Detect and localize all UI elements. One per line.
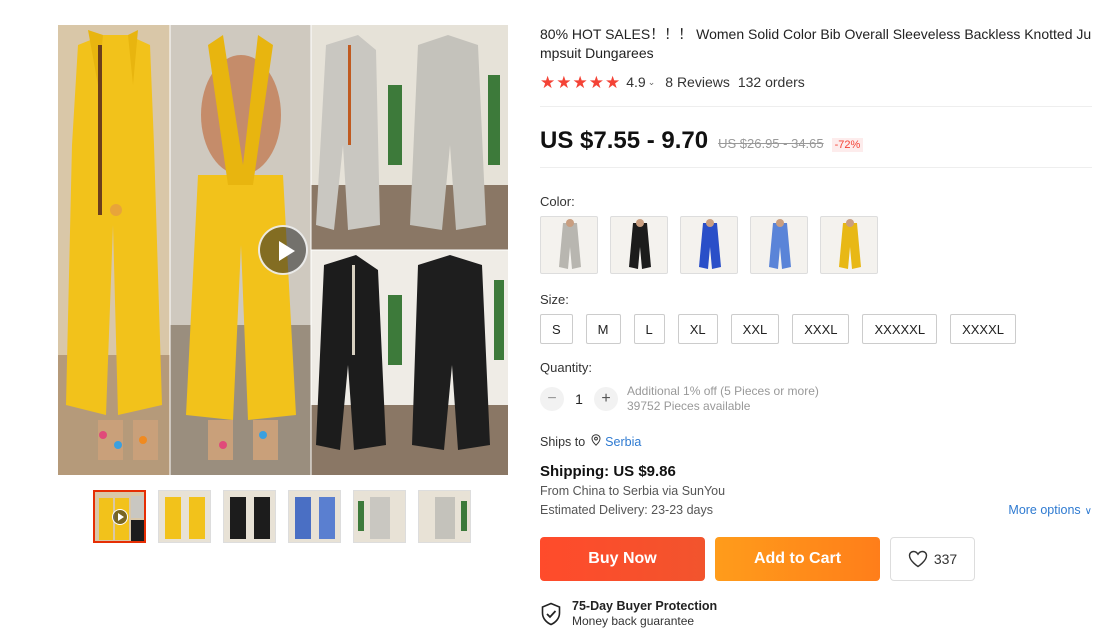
ships-to-label: Ships to bbox=[540, 434, 586, 449]
add-to-cart-button[interactable]: Add to Cart bbox=[715, 537, 880, 581]
quantity-input[interactable]: 1 bbox=[564, 391, 594, 407]
quantity-decrement-button[interactable]: − bbox=[540, 387, 564, 411]
reviews-link[interactable]: 8 Reviews bbox=[665, 74, 730, 90]
delivery-row: Estimated Delivery: 23-23 days More opti… bbox=[540, 503, 1092, 517]
buy-now-button[interactable]: Buy Now bbox=[540, 537, 705, 581]
thumbnail-blue[interactable] bbox=[288, 490, 341, 543]
color-swatches bbox=[540, 216, 1092, 274]
price-row: US $7.55 - 9.70 US $26.95 - 34.65 -72% bbox=[540, 127, 1092, 155]
current-price: US $7.55 - 9.70 bbox=[540, 127, 709, 154]
thumbnail-strip bbox=[93, 490, 471, 543]
size-option-xxxxxl[interactable]: XXXXXL bbox=[862, 314, 938, 344]
thumbnail-play-icon bbox=[112, 509, 128, 525]
thumbnail-black[interactable] bbox=[223, 490, 276, 543]
size-label: Size: bbox=[540, 292, 569, 307]
size-option-m[interactable]: M bbox=[585, 314, 621, 344]
divider bbox=[540, 167, 1092, 168]
rating-row: ★ ★ ★ ★ ★ 4.9 ⌄ 8 Reviews 132 orders bbox=[540, 72, 1092, 92]
chevron-down-icon: ∨ bbox=[1084, 506, 1092, 517]
thumbnail-gray-front[interactable] bbox=[353, 490, 406, 543]
more-options-link[interactable]: More options ∨ bbox=[1008, 503, 1092, 517]
quantity-stepper: − 1 + Additional 1% off (5 Pieces or mor… bbox=[540, 384, 1092, 414]
product-gallery bbox=[58, 25, 508, 543]
color-swatch-black[interactable] bbox=[610, 216, 668, 274]
size-option-xl[interactable]: XL bbox=[677, 314, 718, 344]
product-title: 80% HOT SALES！！！ Women Solid Color Bib O… bbox=[540, 26, 1092, 61]
ships-to-row: Ships to Serbia bbox=[540, 434, 1092, 449]
purchase-actions: Buy Now Add to Cart 337 bbox=[540, 537, 1092, 581]
rating-stars: ★ ★ ★ ★ ★ bbox=[540, 74, 620, 91]
pieces-available: 39752 Pieces available bbox=[627, 399, 751, 413]
orders-count: 132 orders bbox=[737, 74, 805, 90]
divider bbox=[540, 106, 1092, 107]
quantity-label: Quantity: bbox=[540, 360, 593, 375]
color-swatch-yellow[interactable] bbox=[820, 216, 878, 274]
original-price: US $26.95 - 34.65 bbox=[718, 136, 824, 151]
color-swatch-royal-blue[interactable] bbox=[680, 216, 738, 274]
star-icon: ★ bbox=[572, 72, 588, 92]
discount-badge: -72% bbox=[831, 138, 864, 152]
wishlist-button[interactable]: 337 bbox=[890, 537, 975, 581]
thumbnail-gray-back[interactable] bbox=[418, 490, 471, 543]
heart-icon bbox=[908, 550, 928, 568]
size-option-l[interactable]: L bbox=[633, 314, 665, 344]
product-info: 80% HOT SALES！！！ Women Solid Color Bib O… bbox=[540, 25, 1092, 629]
wishlist-count: 337 bbox=[933, 551, 958, 567]
main-product-image[interactable] bbox=[58, 25, 508, 475]
location-pin-icon bbox=[591, 434, 601, 449]
thumbnail-yellow[interactable] bbox=[158, 490, 211, 543]
play-video-button[interactable] bbox=[258, 225, 308, 275]
quantity-info: Additional 1% off (5 Pieces or more) 397… bbox=[627, 384, 819, 414]
color-label: Color: bbox=[540, 194, 575, 209]
more-options-label: More options bbox=[1008, 503, 1081, 517]
star-icon: ★ bbox=[540, 72, 556, 92]
star-icon: ★ bbox=[588, 72, 604, 92]
size-options: S M L XL XXL XXXL XXXXXL XXXXL bbox=[540, 314, 1092, 344]
size-option-xxxxl[interactable]: XXXXL bbox=[950, 314, 1016, 344]
color-swatch-gray[interactable] bbox=[540, 216, 598, 274]
protection-text: 75-Day Buyer Protection Money back guara… bbox=[572, 599, 717, 629]
star-icon: ★ bbox=[556, 72, 572, 92]
thumbnail-video-yellow[interactable] bbox=[93, 490, 146, 543]
shield-check-icon bbox=[541, 602, 561, 626]
size-option-xxl[interactable]: XXL bbox=[730, 314, 780, 344]
color-swatch-denim-blue[interactable] bbox=[750, 216, 808, 274]
estimated-delivery: Estimated Delivery: 23-23 days bbox=[540, 503, 713, 517]
size-option-s[interactable]: S bbox=[540, 314, 573, 344]
protection-title: 75-Day Buyer Protection bbox=[572, 599, 718, 613]
chevron-down-icon[interactable]: ⌄ bbox=[648, 77, 656, 88]
star-icon: ★ bbox=[605, 72, 621, 92]
shipping-route: From China to Serbia via SunYou bbox=[540, 484, 726, 498]
shipping-cost: Shipping: US $9.86 bbox=[540, 463, 676, 480]
rating-value[interactable]: 4.9 bbox=[626, 74, 645, 90]
size-option-xxxl[interactable]: XXXL bbox=[792, 314, 850, 344]
protection-subtitle: Money back guarantee bbox=[572, 614, 695, 628]
quantity-increment-button[interactable]: + bbox=[594, 387, 618, 411]
ships-to-country-link[interactable]: Serbia bbox=[605, 435, 641, 449]
buyer-protection: 75-Day Buyer Protection Money back guara… bbox=[540, 599, 1092, 629]
bulk-discount-note: Additional 1% off (5 Pieces or more) bbox=[627, 384, 819, 398]
